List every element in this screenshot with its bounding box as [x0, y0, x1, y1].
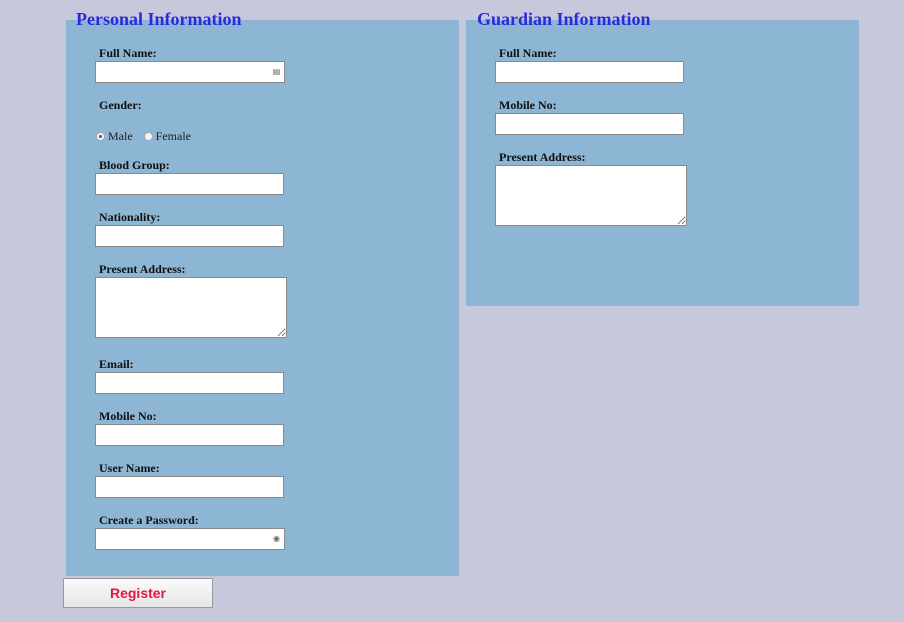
username-label: User Name: — [99, 461, 160, 475]
email-input[interactable] — [95, 372, 284, 394]
contact-card-icon: ▤ — [272, 67, 281, 76]
password-label: Create a Password: — [99, 513, 199, 527]
nationality-label: Nationality: — [99, 210, 161, 224]
guardian-full-name-input[interactable] — [495, 61, 684, 83]
guardian-full-name-label: Full Name: — [499, 46, 557, 60]
guardian-present-address-textarea[interactable] — [495, 165, 687, 226]
personal-information-title: Personal Information — [76, 9, 242, 29]
guardian-mobile-input[interactable] — [495, 113, 684, 135]
full-name-label: Full Name: — [99, 46, 157, 60]
nationality-input[interactable] — [95, 225, 284, 247]
gender-female-radio[interactable] — [143, 131, 153, 141]
email-label: Email: — [99, 357, 134, 371]
gender-male-label: Male — [108, 128, 133, 143]
register-button[interactable]: Register — [63, 578, 213, 608]
gender-label: Gender: — [99, 98, 142, 112]
guardian-present-address-label: Present Address: — [499, 150, 586, 164]
username-input[interactable] — [95, 476, 284, 498]
mobile-input[interactable] — [95, 424, 284, 446]
gender-male-radio[interactable] — [96, 131, 105, 141]
mobile-label: Mobile No: — [99, 409, 157, 423]
guardian-information-title: Guardian Information — [477, 9, 651, 29]
key-icon: ◉ — [273, 534, 280, 543]
guardian-mobile-label: Mobile No: — [499, 98, 557, 112]
guardian-information-panel: Guardian Information Full Name: Mobile N… — [466, 9, 859, 306]
present-address-textarea[interactable] — [95, 277, 287, 338]
gender-radio-group: Male Female — [96, 128, 199, 144]
personal-information-panel: Personal Information Full Name: ▤ Gender… — [66, 9, 459, 576]
full-name-input[interactable] — [95, 61, 285, 83]
present-address-label: Present Address: — [99, 262, 186, 276]
password-input[interactable] — [95, 528, 285, 550]
blood-group-input[interactable] — [95, 173, 284, 195]
gender-female-label: Female — [155, 128, 191, 143]
blood-group-label: Blood Group: — [99, 158, 170, 172]
